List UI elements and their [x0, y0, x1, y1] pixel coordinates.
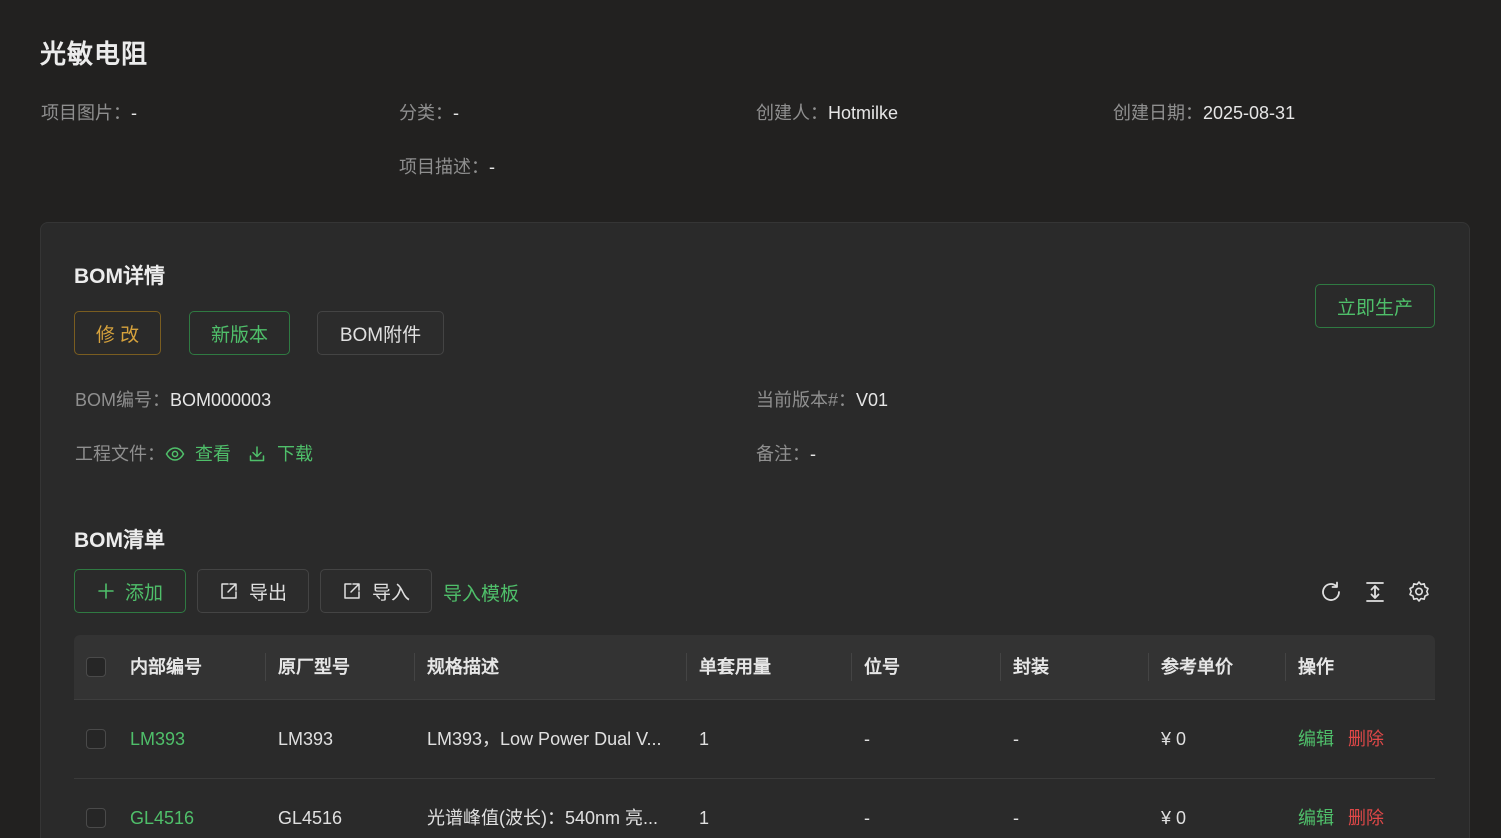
column-header-model[interactable]: 原厂型号: [278, 635, 350, 699]
bom-number-label: BOM编号：: [75, 390, 171, 410]
column-header-qty[interactable]: 单套用量: [699, 635, 771, 699]
column-divider: [686, 653, 687, 681]
project-image-info: 项目图片：-: [41, 101, 137, 125]
column-divider: [1285, 653, 1286, 681]
remark-label: 备注：: [756, 444, 810, 464]
new-version-button[interactable]: 新版本: [189, 311, 290, 355]
row-checkbox[interactable]: [86, 729, 106, 749]
creator-value: Hotmilke: [828, 103, 899, 123]
project-file-info: 工程文件： 查看 下载: [75, 442, 313, 466]
model-cell: GL4516: [278, 808, 343, 828]
creator-label: 创建人：: [756, 103, 828, 123]
column-header-ref[interactable]: 位号: [864, 635, 900, 699]
settings-gear-icon[interactable]: [1407, 580, 1431, 604]
price-cell: ¥ 0: [1161, 808, 1187, 828]
view-file-link[interactable]: 查看: [165, 442, 231, 466]
column-header-spec[interactable]: 规格描述: [427, 635, 499, 699]
bom-list-title: BOM清单: [74, 529, 165, 552]
eye-icon: [165, 447, 185, 461]
row-edit-link[interactable]: 编辑: [1298, 700, 1334, 778]
project-image-value: -: [131, 103, 137, 123]
project-file-label: 工程文件：: [75, 444, 165, 464]
description-label: 项目描述：: [399, 157, 489, 177]
bom-table: 内部编号 原厂型号 规格描述 单套用量 位号 封装 参考单价 操作 LM393 …: [74, 635, 1435, 838]
ref-cell: -: [864, 808, 870, 828]
import-button[interactable]: 导入: [320, 569, 432, 613]
row-delete-link[interactable]: 删除: [1348, 700, 1384, 778]
table-row: LM393 LM393 LM393，Low Power Dual V... 1 …: [74, 700, 1435, 779]
column-header-actions: 操作: [1298, 657, 1334, 677]
plus-icon: [97, 582, 115, 600]
import-icon: [342, 581, 362, 601]
produce-now-button[interactable]: 立即生产: [1315, 284, 1435, 328]
description-value: -: [489, 157, 495, 177]
download-file-label: 下载: [277, 444, 313, 464]
select-all-checkbox[interactable]: [86, 657, 106, 677]
bom-card: BOM详情 修 改 新版本 BOM附件 立即生产 BOM编号：BOM000003…: [40, 222, 1470, 838]
internal-no-link[interactable]: LM393: [130, 700, 260, 778]
row-edit-link[interactable]: 编辑: [1298, 779, 1334, 838]
internal-no-link[interactable]: GL4516: [130, 779, 260, 838]
bom-project-page: 光敏电阻 项目图片：- 分类：- 创建人：Hotmilke 创建日期：2025-…: [0, 0, 1501, 838]
version-info: 当前版本#：V01: [756, 388, 888, 412]
description-info: 项目描述：-: [399, 155, 495, 179]
spec-cell: 光谱峰值(波长)：540nm 亮...: [427, 808, 659, 828]
category-value: -: [453, 103, 459, 123]
package-cell: -: [1013, 729, 1019, 749]
creator-info: 创建人：Hotmilke: [756, 101, 898, 125]
row-delete-link[interactable]: 删除: [1348, 779, 1384, 838]
package-cell: -: [1013, 808, 1019, 828]
bom-detail-title: BOM详情: [74, 265, 165, 288]
column-divider: [1148, 653, 1149, 681]
export-button-label: 导出: [248, 582, 287, 604]
page-title: 光敏电阻: [40, 39, 149, 69]
refresh-icon[interactable]: [1319, 580, 1343, 604]
bom-number-value: BOM000003: [170, 390, 272, 410]
bom-number-info: BOM编号：BOM000003: [75, 388, 271, 412]
column-divider: [414, 653, 415, 681]
import-template-link[interactable]: 导入模板: [443, 579, 519, 606]
import-button-label: 导入: [371, 582, 410, 604]
version-value: V01: [856, 390, 889, 410]
column-divider: [851, 653, 852, 681]
model-cell: LM393: [278, 729, 334, 749]
project-image-label: 项目图片：: [41, 103, 131, 123]
category-label: 分类：: [399, 103, 453, 123]
created-date-value: 2025-08-31: [1203, 103, 1296, 123]
created-date-label: 创建日期：: [1113, 103, 1203, 123]
qty-cell: 1: [699, 729, 710, 749]
add-button[interactable]: 添加: [74, 569, 186, 613]
column-divider: [265, 653, 266, 681]
edit-button[interactable]: 修 改: [74, 311, 161, 355]
column-divider: [1000, 653, 1001, 681]
ref-cell: -: [864, 729, 870, 749]
created-date-info: 创建日期：2025-08-31: [1113, 101, 1295, 125]
price-cell: ¥ 0: [1161, 729, 1187, 749]
qty-cell: 1: [699, 808, 710, 828]
row-checkbox[interactable]: [86, 808, 106, 828]
download-icon: [249, 446, 265, 462]
column-height-icon[interactable]: [1363, 580, 1387, 604]
export-button[interactable]: 导出: [197, 569, 309, 613]
table-row: GL4516 GL4516 光谱峰值(波长)：540nm 亮... 1 - - …: [74, 779, 1435, 838]
column-header-package[interactable]: 封装: [1013, 635, 1049, 699]
table-header: 内部编号 原厂型号 规格描述 单套用量 位号 封装 参考单价 操作: [74, 635, 1435, 700]
spec-cell: LM393，Low Power Dual V...: [427, 729, 662, 749]
bom-attachment-button[interactable]: BOM附件: [317, 311, 444, 355]
remark-info: 备注：-: [756, 442, 816, 466]
download-file-link[interactable]: 下载: [247, 442, 313, 466]
column-header-price[interactable]: 参考单价: [1161, 635, 1233, 699]
column-header-internal-no[interactable]: 内部编号: [130, 635, 202, 699]
version-label: 当前版本#：: [756, 390, 857, 410]
category-info: 分类：-: [399, 101, 459, 125]
export-icon: [219, 581, 239, 601]
add-button-label: 添加: [124, 582, 163, 604]
remark-value: -: [810, 444, 816, 464]
view-file-label: 查看: [195, 444, 231, 464]
